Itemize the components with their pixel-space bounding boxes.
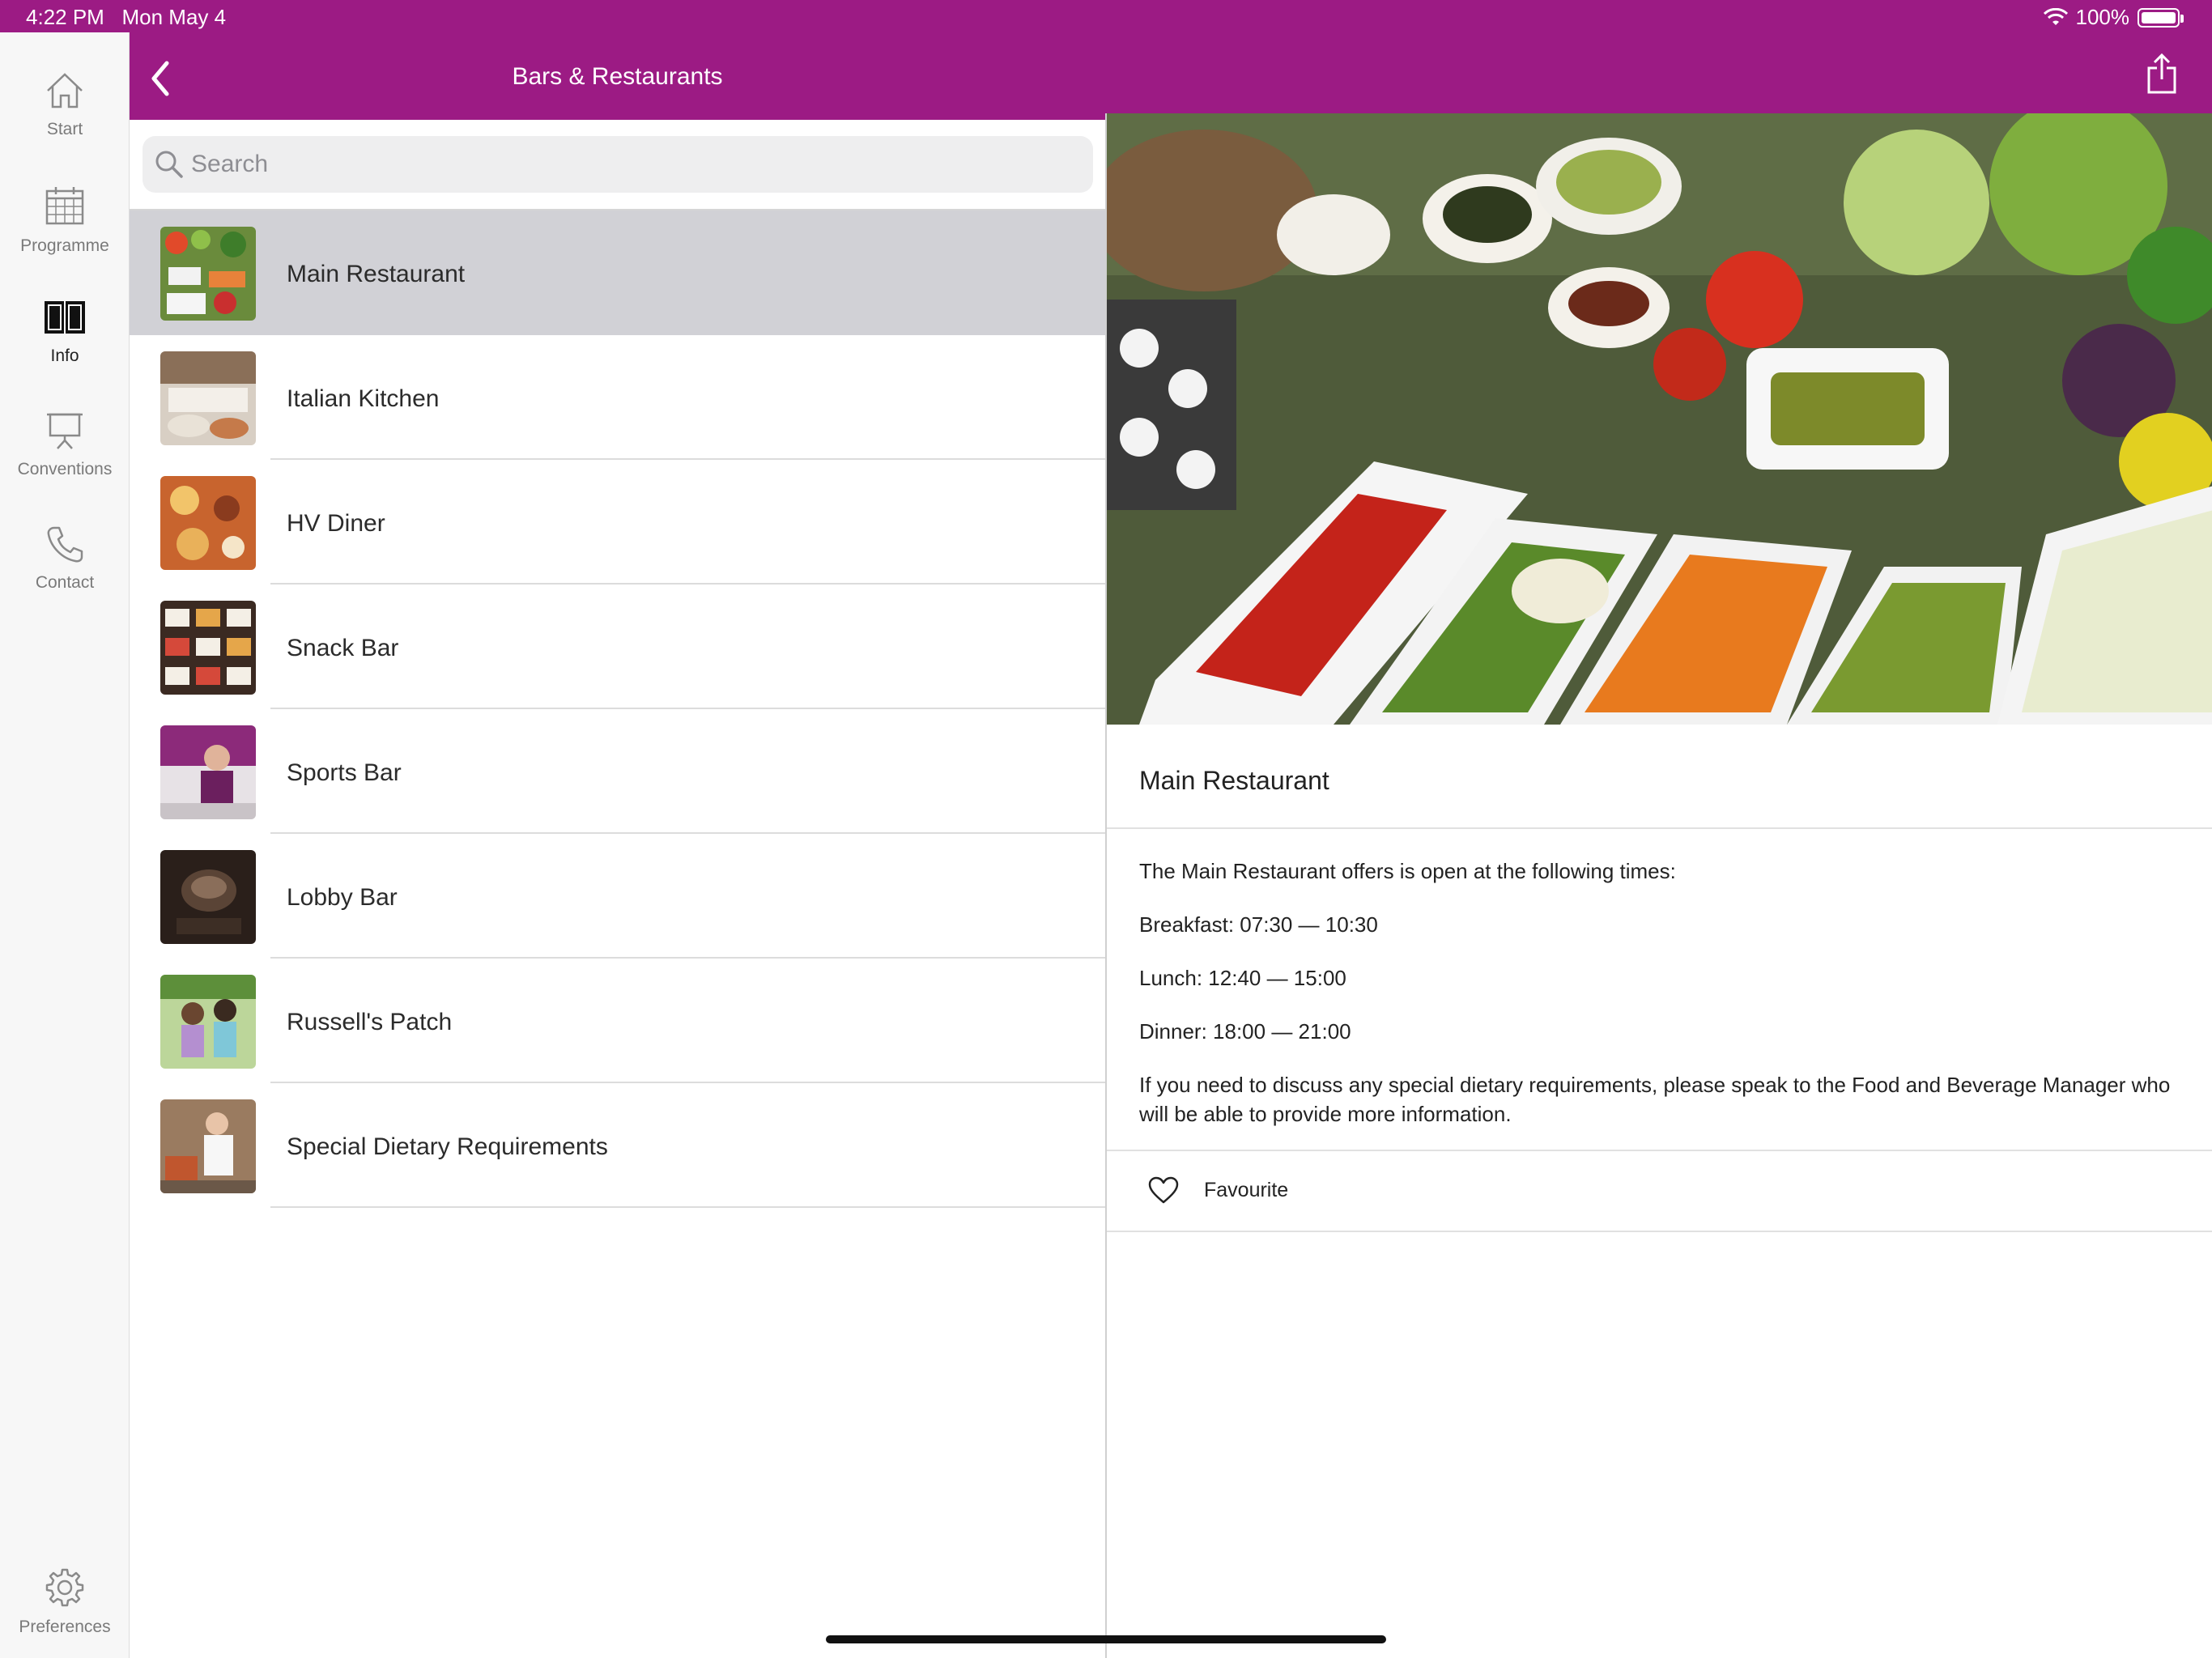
calendar-icon bbox=[45, 187, 84, 225]
status-date-text: Mon May 4 bbox=[121, 5, 227, 29]
restaurant-list-panel: Main Restaurant Italian Kitchen bbox=[130, 120, 1105, 1658]
list-item-main-restaurant[interactable]: Main Restaurant bbox=[130, 210, 1105, 335]
status-time-text: 4:22 PM bbox=[26, 5, 104, 29]
list-item-label: Italian Kitchen bbox=[287, 385, 440, 412]
sidebar-label-preferences: Preferences bbox=[19, 1618, 111, 1636]
list-item-russells-patch[interactable]: Russell's Patch bbox=[130, 959, 1105, 1083]
list-item-label: Snack Bar bbox=[287, 635, 399, 661]
sidebar-label-contact: Contact bbox=[35, 573, 95, 592]
favourite-button[interactable]: Favourite bbox=[1107, 1151, 2212, 1231]
sidebar-item-preferences[interactable]: Preferences bbox=[0, 1545, 130, 1642]
status-time: 4:22 PM Mon May 4 bbox=[26, 5, 226, 30]
list-item-lobby-bar[interactable]: Lobby Bar bbox=[130, 834, 1105, 959]
sidebar-label-info: Info bbox=[50, 346, 79, 365]
list-item-label: HV Diner bbox=[287, 510, 385, 537]
detail-description: The Main Restaurant offers is open at th… bbox=[1139, 857, 2184, 1153]
sidebar-item-contact[interactable]: Contact bbox=[0, 502, 130, 599]
list-item-label: Main Restaurant bbox=[287, 261, 466, 287]
search-input[interactable] bbox=[191, 136, 1074, 193]
thumbnail-russells-patch bbox=[160, 975, 256, 1069]
list-item-snack-bar[interactable]: Snack Bar bbox=[130, 585, 1105, 709]
list-item-italian-kitchen[interactable]: Italian Kitchen bbox=[130, 335, 1105, 460]
detail-dinner: Dinner: 18:00 — 21:00 bbox=[1139, 1019, 1351, 1044]
share-icon[interactable] bbox=[2144, 52, 2180, 96]
search-bar[interactable] bbox=[143, 136, 1093, 193]
sidebar-label-start: Start bbox=[46, 120, 83, 138]
battery-percent: 100% bbox=[2075, 5, 2130, 29]
sidebar-item-info[interactable]: Info bbox=[0, 275, 130, 372]
gear-icon bbox=[45, 1568, 84, 1607]
favourite-label: Favourite bbox=[1204, 1179, 1289, 1201]
book-icon bbox=[45, 301, 85, 334]
detail-title: Main Restaurant bbox=[1139, 766, 1329, 795]
presentation-icon bbox=[47, 413, 83, 449]
thumbnail-main-restaurant bbox=[160, 227, 256, 321]
thumbnail-hv-diner bbox=[160, 476, 256, 570]
list-item-label: Russell's Patch bbox=[287, 1009, 453, 1035]
battery-icon bbox=[2138, 7, 2184, 28]
list-item-label: Special Dietary Requirements bbox=[287, 1133, 608, 1160]
detail-breakfast: Breakfast: 07:30 — 10:30 bbox=[1139, 912, 1378, 937]
sidebar-item-conventions[interactable]: Conventions bbox=[0, 389, 130, 486]
sidebar-item-start[interactable]: Start bbox=[0, 49, 130, 146]
search-icon bbox=[155, 151, 183, 178]
thumbnail-snack-bar bbox=[160, 601, 256, 695]
sidebar-label-conventions: Conventions bbox=[17, 460, 113, 478]
thumbnail-sports-bar bbox=[160, 725, 256, 819]
page-title: Bars & Restaurants bbox=[512, 63, 723, 90]
sidebar: Start Programme Info Conventions Contact… bbox=[0, 32, 130, 1658]
list-item-sports-bar[interactable]: Sports Bar bbox=[130, 709, 1105, 834]
thumbnail-lobby-bar bbox=[160, 850, 256, 944]
detail-divider bbox=[1107, 827, 2212, 829]
heart-icon bbox=[1148, 1176, 1179, 1204]
restaurant-hero-image bbox=[1107, 113, 2212, 725]
app-header: 4:22 PM Mon May 4 100% bbox=[0, 0, 2212, 120]
detail-dietary-note: If you need to discuss any special dieta… bbox=[1139, 1073, 2171, 1126]
detail-intro: The Main Restaurant offers is open at th… bbox=[1139, 859, 1676, 883]
detail-panel: Main Restaurant The Main Restaurant offe… bbox=[1105, 113, 2212, 1658]
thumbnail-special-dietary bbox=[160, 1099, 256, 1193]
home-icon bbox=[47, 73, 83, 108]
wifi-icon bbox=[2043, 7, 2068, 25]
status-indicators: 100% bbox=[2043, 5, 2184, 30]
detail-lunch: Lunch: 12:40 — 15:00 bbox=[1139, 966, 1346, 990]
phone-icon bbox=[47, 526, 83, 563]
sidebar-label-programme: Programme bbox=[20, 236, 109, 255]
list-item-label: Lobby Bar bbox=[287, 884, 398, 911]
home-indicator[interactable] bbox=[826, 1635, 1386, 1643]
detail-divider bbox=[1107, 1231, 2212, 1232]
list-item-special-dietary[interactable]: Special Dietary Requirements bbox=[130, 1083, 1105, 1208]
list-item-label: Sports Bar bbox=[287, 759, 402, 786]
sidebar-item-programme[interactable]: Programme bbox=[0, 162, 130, 259]
list-item-hv-diner[interactable]: HV Diner bbox=[130, 460, 1105, 585]
thumbnail-italian-kitchen bbox=[160, 351, 256, 445]
list-divider bbox=[270, 1206, 1105, 1208]
